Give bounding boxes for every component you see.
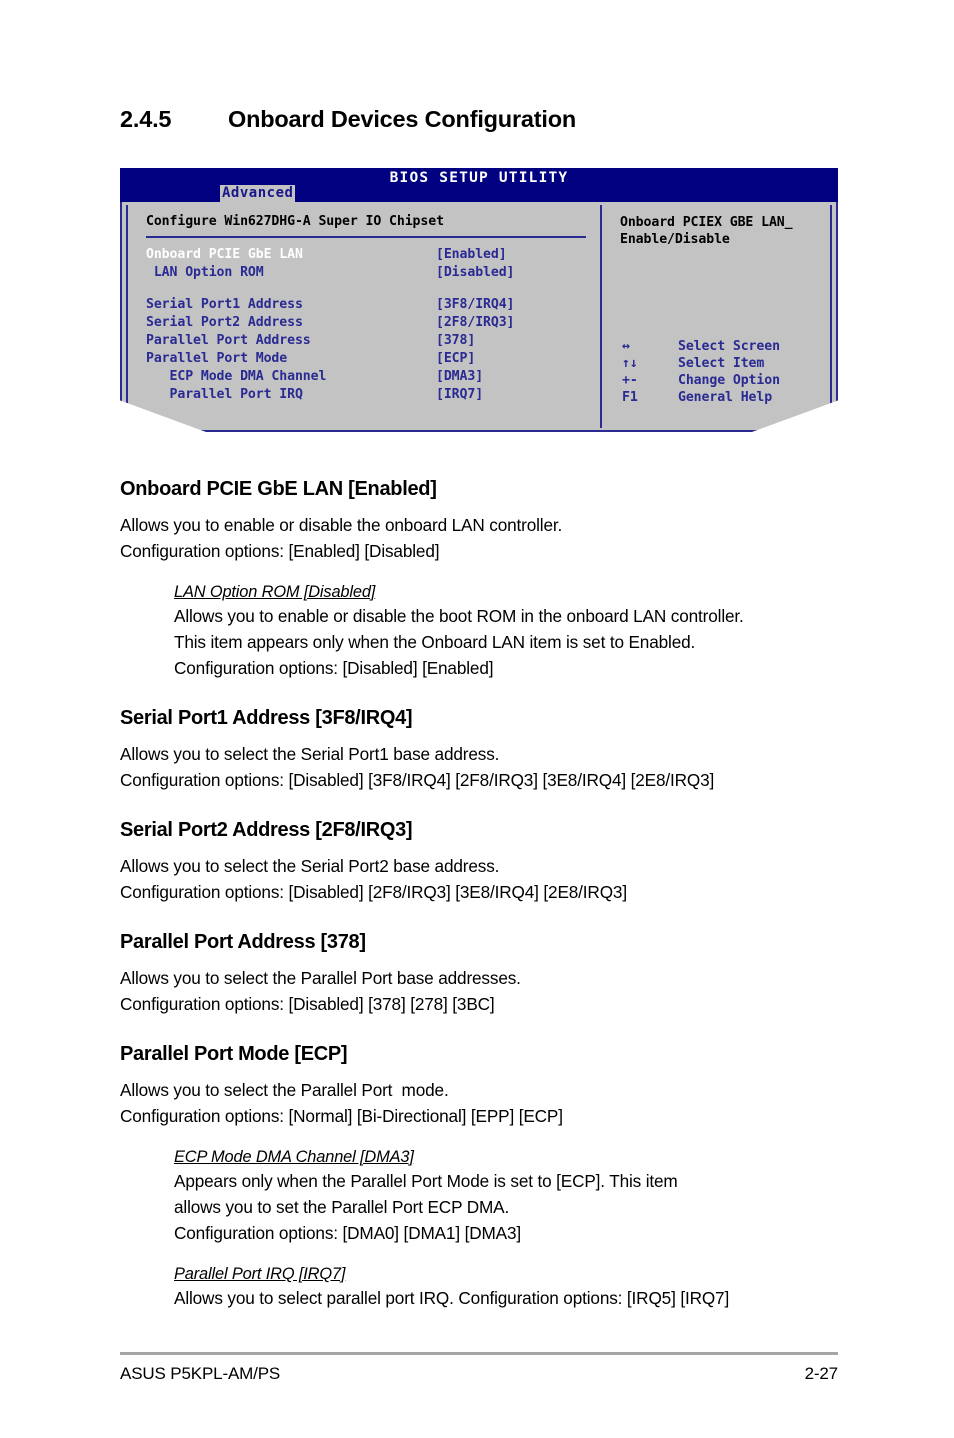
option-heading: Parallel Port Mode [ECP] — [120, 1043, 348, 1065]
bios-setting-label: Serial Port2 Address — [146, 315, 303, 330]
legend-action-label: Change Option — [678, 373, 780, 388]
section-title: Onboard Devices Configuration — [228, 106, 577, 132]
option-heading: Onboard PCIE GbE LAN [Enabled] — [120, 478, 437, 500]
bios-setting-value[interactable]: [3F8/IRQ4] — [436, 296, 515, 314]
option-block: Parallel Port Address [378] Allows you to… — [120, 931, 838, 1017]
sub-option-block: Parallel Port IRQ [IRQ7] Allows you to se… — [174, 1265, 838, 1311]
bios-setting-label: Parallel Port IRQ — [146, 387, 303, 402]
bios-setting-value[interactable]: [Disabled] — [436, 264, 515, 296]
sub-option-heading: ECP Mode DMA Channel [DMA3] — [174, 1148, 414, 1166]
option-body-line: Configuration options: [Disabled] [378] … — [120, 994, 495, 1014]
legend-key-icon: ↔ — [622, 339, 630, 354]
bios-setting-value[interactable]: [2F8/IRQ3] — [436, 314, 515, 332]
bios-setting-list: Onboard PCIE GbE LAN [Enabled] LAN Option… — [146, 246, 591, 404]
bios-setting-label: ECP Mode DMA Channel — [146, 369, 327, 384]
section-number: 2.4.5 — [120, 106, 172, 132]
bios-setting-row[interactable]: Parallel Port Mode [ECP] — [146, 350, 591, 368]
help-text: Onboard PCIEX GBE LAN_ Enable/Disable — [620, 215, 793, 247]
option-descriptions: Onboard PCIE GbE LAN [Enabled] Allows you… — [120, 478, 838, 1337]
option-block: Parallel Port Mode [ECP] Allows you to se… — [120, 1043, 838, 1311]
bios-setting-value[interactable]: [IRQ7] — [436, 386, 483, 404]
sub-option-heading: LAN Option ROM [Disabled] — [174, 583, 376, 601]
bios-help-panel: Onboard PCIEX GBE LAN_ Enable/Disable ↔ S… — [604, 205, 830, 428]
bios-setting-row[interactable]: Parallel Port IRQ [IRQ7] — [146, 386, 591, 404]
legend-action-label: Select Item — [678, 356, 765, 371]
bios-setting-row[interactable]: ECP Mode DMA Channel [DMA3] — [146, 368, 591, 386]
bios-setting-label: Parallel Port Mode — [146, 351, 288, 366]
sub-option-body-line: Appears only when the Parallel Port Mode… — [174, 1171, 678, 1191]
sub-option-body-line: Configuration options: [DMA0] [DMA1] [DM… — [174, 1223, 521, 1243]
option-body-line: Allows you to select the Serial Port2 ba… — [120, 856, 500, 876]
option-body-line: Configuration options: [Normal] [Bi-Dire… — [120, 1106, 563, 1126]
legend-action-label: General Help — [678, 390, 773, 405]
bios-item-panel: Configure Win627DHG-A Super IO Chipset O… — [128, 205, 602, 428]
config-heading: Configure Win627DHG-A Super IO Chipset — [146, 214, 444, 229]
bios-screenshot-figure: BIOS SETUP UTILITY Advanced Configure Wi… — [120, 168, 838, 432]
footer-page-number: 2-27 — [804, 1364, 839, 1383]
sub-option-body-line: Allows you to enable or disable the boot… — [174, 606, 744, 626]
sub-option-block: ECP Mode DMA Channel [DMA3] Appears only … — [174, 1148, 838, 1246]
config-divider — [146, 236, 586, 238]
option-heading: Parallel Port Address [378] — [120, 931, 366, 953]
bios-setting-value[interactable]: [Enabled] — [436, 246, 507, 264]
bios-body: Configure Win627DHG-A Super IO Chipset O… — [120, 202, 838, 432]
bios-key-legend: ↔ Select Screen ↑↓ Select Item +- Change Opti… — [622, 338, 780, 406]
sub-option-body-line: Configuration options: [Disabled] [Enabl… — [174, 658, 494, 678]
option-block: Onboard PCIE GbE LAN [Enabled] Allows you… — [120, 478, 838, 681]
bios-setting-label: Onboard PCIE GbE LAN — [146, 247, 303, 262]
option-body-line: Allows you to select the Serial Port1 ba… — [120, 744, 500, 764]
bios-setting-row[interactable]: Parallel Port Address [378] — [146, 332, 591, 350]
option-body-line: Allows you to select the Parallel Port b… — [120, 968, 521, 988]
footer-product-name: ASUS P5KPL-AM/PS — [120, 1364, 281, 1383]
bios-setting-value[interactable]: [ECP] — [436, 350, 475, 368]
option-body-line: Configuration options: [Enabled] [Disabl… — [120, 541, 440, 561]
option-body-line: Allows you to select the Parallel Port m… — [120, 1080, 449, 1100]
page-footer: ASUS P5KPL-AM/PS 2-27 — [120, 1364, 838, 1384]
bios-setting-label: Parallel Port Address — [146, 333, 311, 348]
legend-key-icon: F1 — [622, 390, 638, 405]
bios-setting-row[interactable]: LAN Option ROM [Disabled] — [146, 264, 591, 296]
option-block: Serial Port2 Address [2F8/IRQ3] Allows yo… — [120, 819, 838, 905]
bios-setting-row[interactable]: Serial Port1 Address [3F8/IRQ4] — [146, 296, 591, 314]
legend-action-label: Select Screen — [678, 339, 780, 354]
sub-option-body-line: This item appears only when the Onboard … — [174, 632, 696, 652]
sub-option-body-line: allows you to set the Parallel Port ECP … — [174, 1197, 510, 1217]
legend-key-icon: ↑↓ — [622, 356, 638, 371]
legend-row: F1 General Help — [622, 389, 780, 406]
bios-setting-label: Serial Port1 Address — [146, 297, 303, 312]
legend-key-icon: +- — [622, 373, 638, 388]
bios-utility-title: BIOS SETUP UTILITY — [389, 170, 569, 186]
option-body-line: Allows you to enable or disable the onbo… — [120, 515, 563, 535]
bios-setting-value[interactable]: [378] — [436, 332, 475, 350]
legend-row: +- Change Option — [622, 372, 780, 389]
option-body-line: Configuration options: [Disabled] [2F8/I… — [120, 882, 627, 902]
option-block: Serial Port1 Address [3F8/IRQ4] Allows yo… — [120, 707, 838, 793]
legend-row: ↔ Select Screen — [622, 338, 780, 355]
legend-row: ↑↓ Select Item — [622, 355, 780, 372]
bios-setting-value[interactable]: [DMA3] — [436, 368, 483, 386]
sub-option-heading: Parallel Port IRQ [IRQ7] — [174, 1265, 346, 1283]
sub-option-block: LAN Option ROM [Disabled] Allows you to e… — [174, 583, 838, 681]
bios-setting-label: LAN Option ROM — [146, 265, 264, 280]
bios-setting-row[interactable]: Serial Port2 Address [2F8/IRQ3] — [146, 314, 591, 332]
footer-divider — [120, 1352, 838, 1355]
option-heading: Serial Port1 Address [3F8/IRQ4] — [120, 707, 413, 729]
bios-setting-row[interactable]: Onboard PCIE GbE LAN [Enabled] — [146, 246, 591, 264]
option-heading: Serial Port2 Address [2F8/IRQ3] — [120, 819, 413, 841]
option-body-line: Configuration options: [Disabled] [3F8/I… — [120, 770, 715, 790]
page-title: 2.4.5 Onboard Devices Configuration — [120, 106, 576, 133]
tab-advanced[interactable]: Advanced — [220, 185, 296, 202]
sub-option-body-line: Allows you to select parallel port IRQ. … — [174, 1288, 730, 1308]
